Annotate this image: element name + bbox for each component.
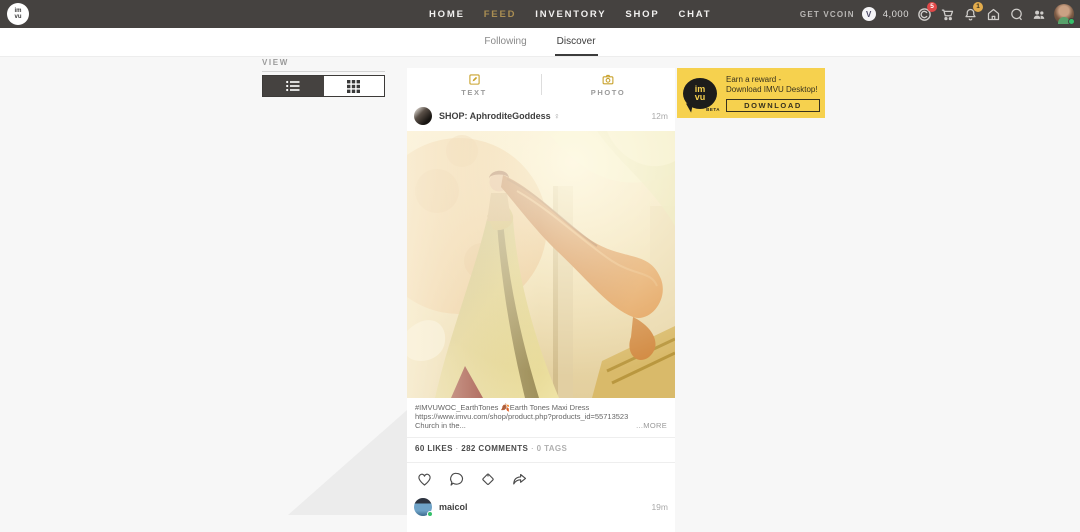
nav-link-home[interactable]: HOME — [429, 9, 465, 20]
photo-post-icon — [601, 73, 615, 86]
more-link[interactable]: ...MORE — [636, 421, 667, 430]
main-nav-links: HOME FEED INVENTORY SHOP CHAT — [429, 0, 711, 28]
post-composer: TEXT PHOTO — [407, 68, 675, 101]
nav-link-shop[interactable]: SHOP — [625, 9, 659, 20]
text-post-icon — [468, 73, 481, 86]
imvu-logo-text: vu — [14, 14, 21, 20]
top-nav: im vu HOME FEED INVENTORY SHOP CHAT GET … — [0, 0, 1080, 28]
tags-count: 0 TAGS — [537, 444, 568, 453]
vcoin-icon[interactable]: V — [862, 7, 876, 21]
nav-utility-area: GET VCOIN V 4,000 5 1 — [800, 0, 1074, 28]
view-label: VIEW — [262, 58, 385, 67]
share-icon[interactable] — [510, 470, 529, 488]
post-timestamp: 12m — [651, 111, 668, 121]
online-status-dot — [1068, 18, 1075, 25]
comments-count[interactable]: 282 COMMENTS — [461, 444, 528, 453]
home-rooms-icon[interactable] — [985, 6, 1001, 22]
post-author-name[interactable]: SHOP: AphroditeGoddess♀ — [439, 111, 560, 121]
post-header: maicol 19m — [407, 492, 675, 522]
post-author-name[interactable]: maicol — [439, 502, 468, 512]
view-divider — [262, 71, 385, 72]
desktop-reward-banner: im vu BETA Earn a reward - Download IMVU… — [677, 68, 825, 118]
post-image[interactable] — [407, 131, 675, 398]
feed-post: SHOP: AphroditeGoddess♀ 12m — [407, 101, 675, 497]
caption-line: Church in the... — [415, 421, 466, 430]
credits-badge: 5 — [927, 2, 937, 12]
post-author-avatar[interactable] — [414, 498, 432, 516]
post-caption: #IMVUWOC_EarthTones 🍂Earth Tones Maxi Dr… — [407, 398, 675, 433]
comment-icon[interactable] — [447, 470, 466, 488]
like-heart-icon[interactable] — [415, 470, 434, 488]
tag-icon[interactable] — [479, 470, 497, 488]
download-button[interactable]: DOWNLOAD — [726, 99, 820, 112]
compose-text-button[interactable]: TEXT — [407, 68, 541, 101]
banner-text-line1: Earn a reward - — [726, 75, 820, 85]
imvu-logo[interactable]: im vu — [7, 3, 29, 25]
list-view-button[interactable] — [263, 76, 324, 96]
tab-discover[interactable]: Discover — [555, 28, 598, 56]
compose-photo-button[interactable]: PHOTO — [541, 68, 675, 101]
beta-label: BETA — [706, 106, 720, 114]
view-toggle — [262, 75, 385, 97]
gender-badge-icon: ♀ — [554, 111, 560, 121]
likes-count[interactable]: 60 LIKES — [415, 444, 453, 453]
get-vcoin-link[interactable]: GET VCOIN — [800, 10, 855, 19]
friends-people-icon[interactable] — [1031, 6, 1047, 22]
imvu-beta-logo: im vu BETA — [683, 78, 717, 109]
view-panel: VIEW — [262, 58, 385, 97]
post-timestamp: 19m — [651, 502, 668, 512]
tab-following[interactable]: Following — [482, 28, 528, 56]
caption-product-link[interactable]: https://www.imvu.com/shop/product.php?pr… — [415, 412, 667, 421]
photo-post-label: PHOTO — [591, 88, 626, 97]
background-diagonal-decoration — [288, 410, 407, 515]
cart-icon[interactable] — [939, 6, 955, 22]
post-header: SHOP: AphroditeGoddess♀ 12m — [407, 101, 675, 131]
credits-balance[interactable]: 4,000 — [883, 9, 909, 20]
post-stats: 60 LIKES · 282 COMMENTS · 0 TAGS — [407, 438, 675, 458]
notifications-badge: 1 — [973, 2, 983, 12]
chat-bubble-icon[interactable] — [1008, 6, 1024, 22]
nav-link-inventory[interactable]: INVENTORY — [535, 9, 606, 20]
grid-view-icon — [347, 80, 360, 93]
online-status-dot — [427, 511, 433, 517]
nav-link-chat[interactable]: CHAT — [678, 9, 711, 20]
feed-tabstrip: Following Discover — [0, 28, 1080, 57]
credits-coin-icon[interactable]: 5 — [916, 6, 932, 22]
nav-link-feed[interactable]: FEED — [484, 9, 517, 20]
user-avatar[interactable] — [1054, 4, 1074, 24]
list-view-icon — [285, 80, 301, 92]
banner-text-line2: Download IMVU Desktop! — [726, 85, 820, 95]
grid-view-button[interactable] — [324, 76, 385, 96]
feed-post: maicol 19m — [407, 492, 675, 532]
post-author-avatar[interactable] — [414, 107, 432, 125]
caption-line: #IMVUWOC_EarthTones 🍂Earth Tones Maxi Dr… — [415, 403, 667, 412]
text-post-label: TEXT — [461, 88, 487, 97]
banner-content: Earn a reward - Download IMVU Desktop! D… — [726, 75, 820, 112]
notifications-bell-icon[interactable]: 1 — [962, 6, 978, 22]
